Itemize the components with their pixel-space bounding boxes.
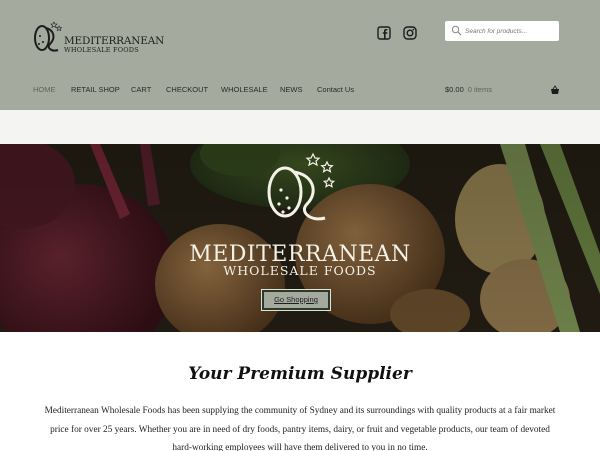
logo-name-line2: WHOLESALE FOODS xyxy=(64,46,139,54)
nav-item-news[interactable]: NEWS xyxy=(280,85,303,94)
site-header: MEDITERRANEAN WHOLESALE FOODS HOME RETAI… xyxy=(0,0,600,110)
search-input[interactable] xyxy=(465,21,557,41)
hero-banner: MEDITERRANEAN WHOLESALE FOODS Go Shoppin… xyxy=(0,144,600,332)
nav-item-contact-us[interactable]: Contact Us xyxy=(317,85,354,94)
hero-subtitle: WHOLESALE FOODS xyxy=(223,263,377,278)
go-shopping-button[interactable]: Go Shopping xyxy=(262,290,330,310)
nav-item-wholesale[interactable]: WHOLESALE xyxy=(221,85,268,94)
mermaid-logo-icon xyxy=(34,21,62,52)
instagram-icon[interactable] xyxy=(403,26,417,40)
cart-total: $0.00 xyxy=(445,85,464,94)
hero-mermaid-logo-icon xyxy=(267,152,336,221)
basket-icon[interactable] xyxy=(550,85,560,95)
cart-summary[interactable]: $0.00 0 items xyxy=(445,85,492,94)
hero-title: MEDITERRANEAN xyxy=(189,242,411,267)
nav-item-checkout[interactable]: CHECKOUT xyxy=(166,85,208,94)
header-spacer-band xyxy=(0,110,600,144)
nav-item-retail-shop[interactable]: RETAIL SHOP xyxy=(71,85,120,94)
product-search xyxy=(445,21,559,41)
intro-paragraph: Mediterranean Wholesale Foods has been s… xyxy=(44,406,556,451)
section-heading: Your Premium Supplier xyxy=(188,364,412,384)
nav-item-home[interactable]: HOME xyxy=(33,85,56,94)
cart-item-count: 0 items xyxy=(467,85,492,94)
facebook-icon[interactable] xyxy=(377,26,391,40)
site-logo[interactable]: MEDITERRANEAN WHOLESALE FOODS xyxy=(32,18,164,60)
nav-item-cart[interactable]: CART xyxy=(131,85,151,94)
search-icon xyxy=(451,25,462,36)
